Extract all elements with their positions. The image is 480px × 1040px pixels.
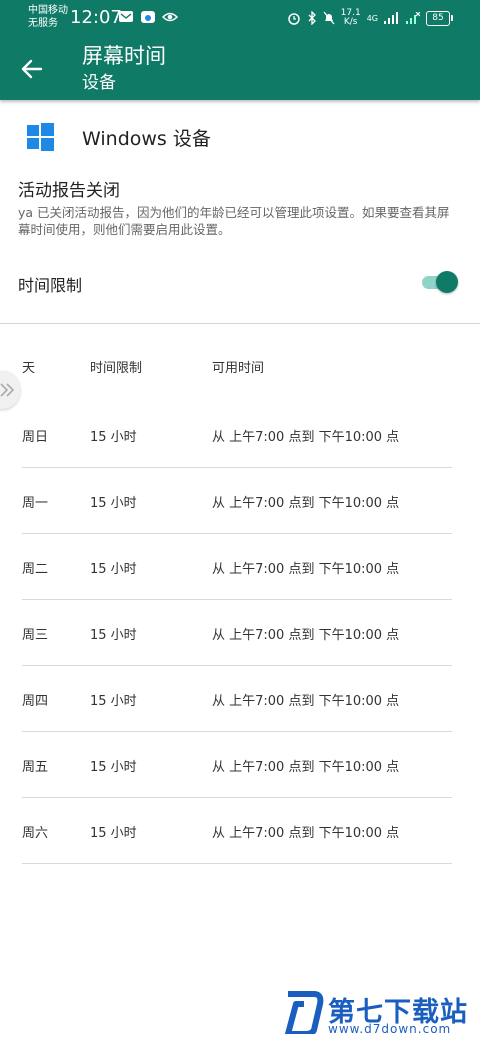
carrier-name: 中国移动 [28, 5, 68, 16]
row-day: 周日 [22, 430, 49, 445]
activity-report-title: 活动报告关闭 [18, 181, 120, 201]
activity-report-description: ya 已关闭活动报告，因为他们的年龄已经可以管理此项设置。如果要查看其屏幕时间使… [18, 205, 450, 237]
back-button[interactable] [14, 54, 50, 84]
windows-logo-icon [27, 123, 54, 151]
row-day: 周五 [22, 760, 49, 775]
signal-icon [384, 12, 398, 24]
carrier-service: 无服务 [28, 18, 58, 29]
toggle-thumb [436, 271, 458, 293]
row-limit: 15 小时 [90, 496, 137, 511]
row-limit: 15 小时 [90, 694, 137, 709]
watermark-url: www.d7down.com [328, 1022, 452, 1036]
table-row[interactable]: 周四 15 小时 从 上午7:00 点到 下午10:00 点 [22, 666, 452, 732]
row-available: 从 上午7:00 点到 下午10:00 点 [212, 562, 400, 577]
time-limit-label: 时间限制 [18, 276, 83, 295]
row-limit: 15 小时 [90, 562, 137, 577]
row-limit: 15 小时 [90, 826, 137, 841]
network-speed-unit: K/s [343, 17, 358, 27]
app-bar: 屏幕时间 设备 [0, 36, 480, 100]
row-day: 周六 [22, 826, 49, 841]
table-row[interactable]: 周一 15 小时 从 上午7:00 点到 下午10:00 点 [22, 468, 452, 534]
page-subtitle: 设备 [82, 73, 116, 93]
device-header: Windows 设备 [26, 120, 211, 154]
section-divider [0, 323, 480, 324]
row-available: 从 上午7:00 点到 下午10:00 点 [212, 628, 400, 643]
row-available: 从 上午7:00 点到 下午10:00 点 [212, 694, 400, 709]
alarm-icon [287, 13, 300, 25]
network-speed: 17.1 K/s [341, 9, 361, 27]
row-day: 周三 [22, 628, 49, 643]
status-time: 12:07 [70, 7, 122, 28]
weather-icon [141, 11, 155, 23]
schedule-table: 天 时间限制 可用时间 周日 15 小时 从 上午7:00 点到 下午10:00… [22, 330, 452, 864]
row-day: 周一 [22, 496, 49, 511]
device-name: Windows 设备 [82, 127, 211, 150]
double-chevron-right-icon [0, 383, 14, 397]
network-type: 4G [366, 13, 378, 23]
table-row[interactable]: 周三 15 小时 从 上午7:00 点到 下午10:00 点 [22, 600, 452, 666]
page-title: 屏幕时间 [82, 44, 166, 68]
row-available: 从 上午7:00 点到 下午10:00 点 [212, 826, 400, 841]
header-available: 可用时间 [212, 361, 265, 376]
watermark-logo-icon [285, 991, 324, 1034]
row-available: 从 上午7:00 点到 下午10:00 点 [212, 760, 400, 775]
arrow-left-icon [21, 59, 43, 79]
message-icon [119, 11, 133, 22]
row-limit: 15 小时 [90, 760, 137, 775]
floating-side-handle[interactable] [0, 371, 20, 409]
row-limit: 15 小时 [90, 430, 137, 445]
no-signal-icon [406, 12, 420, 24]
row-day: 周二 [22, 562, 49, 577]
time-limit-toggle[interactable] [420, 270, 460, 294]
bluetooth-icon [308, 11, 316, 25]
battery-indicator: 85 [426, 10, 453, 26]
header-limit: 时间限制 [90, 361, 143, 376]
table-row[interactable]: 周六 15 小时 从 上午7:00 点到 下午10:00 点 [22, 798, 452, 864]
system-status-icons: 17.1 K/s 4G 85 [287, 9, 453, 27]
row-available: 从 上午7:00 点到 下午10:00 点 [212, 496, 400, 511]
notification-icons [118, 10, 178, 24]
row-limit: 15 小时 [90, 628, 137, 643]
watermark: 第七下载站 www.d7down.com [284, 990, 474, 1036]
mute-icon [323, 11, 335, 25]
table-row[interactable]: 周五 15 小时 从 上午7:00 点到 下午10:00 点 [22, 732, 452, 798]
carrier-info: 中国移动 无服务 [28, 4, 68, 30]
table-header: 天 时间限制 可用时间 [22, 330, 452, 402]
row-available: 从 上午7:00 点到 下午10:00 点 [212, 430, 400, 445]
row-day: 周四 [22, 694, 49, 709]
table-row[interactable]: 周日 15 小时 从 上午7:00 点到 下午10:00 点 [22, 402, 452, 468]
eye-icon [162, 12, 178, 22]
status-bar: 中国移动 无服务 12:07 17.1 K/s 4G 85 [0, 0, 480, 36]
table-row[interactable]: 周二 15 小时 从 上午7:00 点到 下午10:00 点 [22, 534, 452, 600]
header-day: 天 [22, 361, 36, 376]
